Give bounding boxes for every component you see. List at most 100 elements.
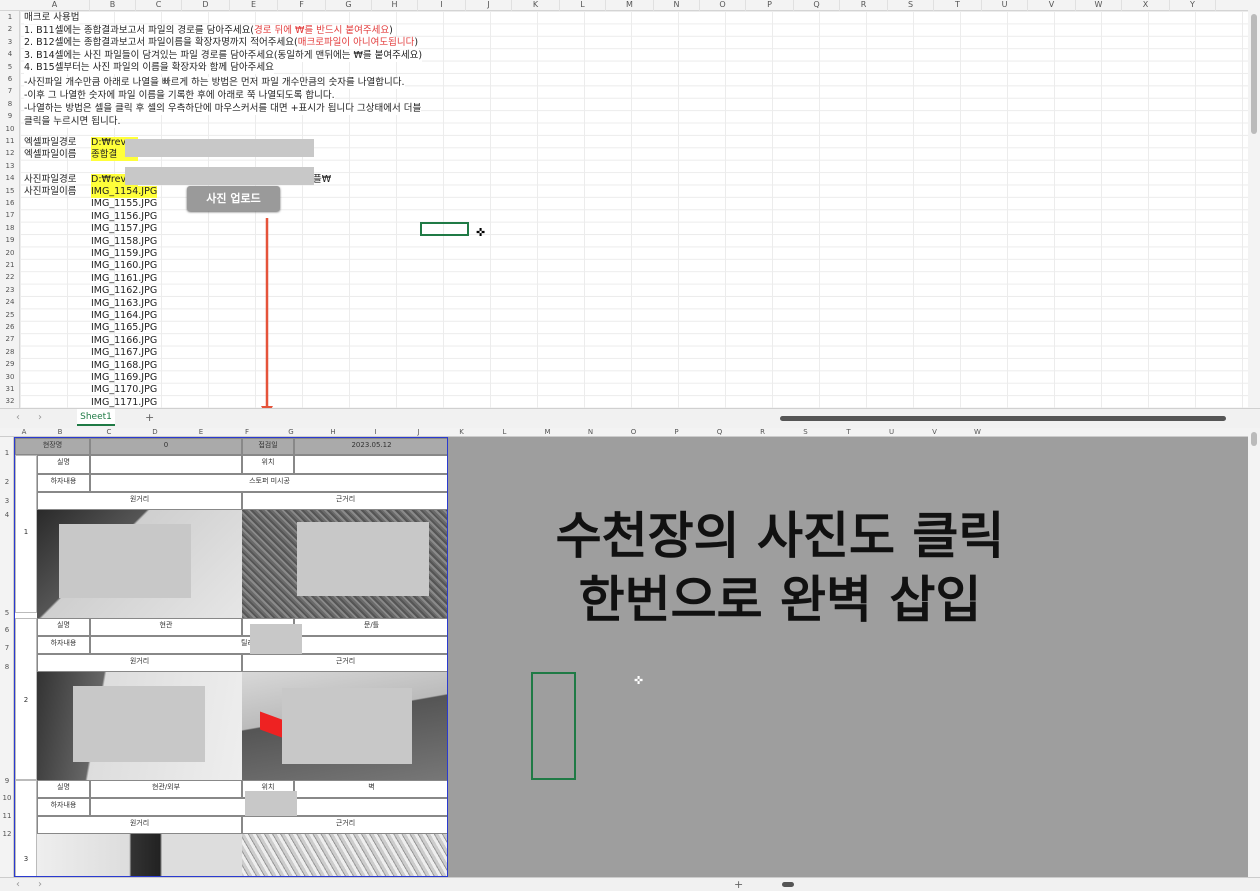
row-header[interactable]: 22 <box>0 271 20 283</box>
column-header[interactable]: R <box>741 428 784 437</box>
row-header[interactable]: 2 <box>0 23 20 35</box>
file-name-cell[interactable]: IMG_1161.JPG <box>91 273 157 285</box>
column-header[interactable]: I <box>354 428 397 437</box>
column-header[interactable]: M <box>606 0 654 11</box>
column-header[interactable]: B <box>34 428 86 437</box>
column-header[interactable]: L <box>483 428 526 437</box>
row-header[interactable]: 1 <box>0 11 20 23</box>
row-header[interactable]: 7 <box>0 85 20 97</box>
prev-sheet-icon[interactable]: ‹ <box>16 879 20 890</box>
row-header[interactable]: 9 <box>0 777 14 785</box>
file-name-cell[interactable]: IMG_1171.JPG <box>91 397 157 409</box>
column-header[interactable]: T <box>827 428 870 437</box>
row-header[interactable]: 16 <box>0 197 20 209</box>
row-header[interactable]: 1 <box>0 449 14 457</box>
row-header[interactable]: 12 <box>0 830 14 838</box>
column-header[interactable]: M <box>526 428 569 437</box>
row-header[interactable]: 11 <box>0 812 14 820</box>
row-header[interactable]: 11 <box>0 135 20 147</box>
selected-cell[interactable] <box>531 672 576 780</box>
column-header[interactable]: O <box>612 428 655 437</box>
column-header[interactable]: I <box>418 0 466 11</box>
horizontal-scrollbar[interactable] <box>782 882 794 887</box>
row-header[interactable]: 5 <box>0 61 20 73</box>
row-header[interactable]: 3 <box>0 36 20 48</box>
row-header[interactable]: 25 <box>0 309 20 321</box>
file-name-cell[interactable]: IMG_1166.JPG <box>91 335 157 347</box>
horizontal-scrollbar[interactable] <box>780 416 1226 421</box>
row-header[interactable]: 12 <box>0 147 20 159</box>
prev-sheet-icon[interactable]: ‹ <box>16 412 20 423</box>
row-header[interactable]: 13 <box>0 160 20 172</box>
row-header[interactable]: 23 <box>0 284 20 296</box>
row-header[interactable]: 18 <box>0 222 20 234</box>
row-header[interactable]: 15 <box>0 185 20 197</box>
row-header[interactable]: 31 <box>0 383 20 395</box>
column-header[interactable]: P <box>746 0 794 11</box>
column-header[interactable]: F <box>224 428 270 437</box>
row-header[interactable]: 21 <box>0 259 20 271</box>
file-name-cell[interactable]: IMG_1154.JPG <box>91 186 158 198</box>
column-header[interactable]: K <box>440 428 483 437</box>
row-header[interactable]: 10 <box>0 794 14 802</box>
column-header[interactable]: H <box>372 0 418 11</box>
selected-cell[interactable] <box>420 222 469 236</box>
column-header[interactable]: L <box>560 0 606 11</box>
column-header[interactable]: N <box>569 428 612 437</box>
column-header[interactable]: N <box>654 0 700 11</box>
add-sheet-button[interactable]: + <box>145 411 154 424</box>
file-name-cell[interactable]: IMG_1167.JPG <box>91 347 157 359</box>
column-header[interactable]: J <box>466 0 512 11</box>
vertical-scrollbar[interactable] <box>1248 0 1260 408</box>
column-header[interactable]: Q <box>698 428 741 437</box>
row-header[interactable]: 8 <box>0 98 20 110</box>
column-header[interactable]: D <box>182 0 230 11</box>
column-header[interactable]: V <box>1028 0 1076 11</box>
column-header[interactable]: D <box>132 428 178 437</box>
next-sheet-icon[interactable]: › <box>38 412 42 423</box>
column-header[interactable]: Q <box>794 0 840 11</box>
row-header[interactable]: 10 <box>0 123 20 135</box>
column-header[interactable]: U <box>870 428 913 437</box>
column-header[interactable]: B <box>90 0 136 11</box>
row-header[interactable]: 2 <box>0 478 14 486</box>
row-header[interactable]: 6 <box>0 73 20 85</box>
file-name-cell[interactable]: IMG_1169.JPG <box>91 372 157 384</box>
column-header[interactable]: J <box>397 428 440 437</box>
row-header[interactable]: 28 <box>0 346 20 358</box>
column-header[interactable]: C <box>136 0 182 11</box>
column-header[interactable]: H <box>312 428 354 437</box>
column-header[interactable]: C <box>86 428 132 437</box>
row-header[interactable]: 32 <box>0 395 20 407</box>
file-name-cell[interactable]: IMG_1162.JPG <box>91 285 157 297</box>
row-header[interactable]: 6 <box>0 626 14 634</box>
row-header[interactable]: 14 <box>0 172 20 184</box>
file-name-cell[interactable]: IMG_1159.JPG <box>91 248 157 260</box>
column-header[interactable]: A <box>14 428 34 437</box>
file-name-cell[interactable]: IMG_1157.JPG <box>91 223 157 235</box>
row-header[interactable]: 9 <box>0 110 20 122</box>
file-name-cell[interactable]: IMG_1158.JPG <box>91 236 157 248</box>
file-name-cell[interactable]: IMG_1168.JPG <box>91 360 157 372</box>
row-header[interactable]: 7 <box>0 644 14 652</box>
file-name-cell[interactable]: IMG_1160.JPG <box>91 260 157 272</box>
next-sheet-icon[interactable]: › <box>38 879 42 890</box>
row-header[interactable]: 20 <box>0 247 20 259</box>
file-name-cell[interactable]: IMG_1163.JPG <box>91 298 157 310</box>
column-header[interactable]: R <box>840 0 888 11</box>
column-header[interactable]: T <box>934 0 982 11</box>
row-header[interactable]: 4 <box>0 511 14 519</box>
row-header[interactable]: 26 <box>0 321 20 333</box>
row-header[interactable]: 5 <box>0 609 14 617</box>
sheet-tab-sheet1[interactable]: Sheet1 <box>77 409 115 426</box>
file-name-cell[interactable]: IMG_1170.JPG <box>91 384 157 396</box>
column-header[interactable]: W <box>1076 0 1122 11</box>
column-header[interactable]: S <box>784 428 827 437</box>
row-header[interactable]: 17 <box>0 209 20 221</box>
column-header[interactable]: A <box>20 0 90 11</box>
column-header[interactable]: S <box>888 0 934 11</box>
file-name-cell[interactable]: IMG_1164.JPG <box>91 310 157 322</box>
column-header[interactable]: X <box>1122 0 1170 11</box>
column-header[interactable]: G <box>326 0 372 11</box>
column-header[interactable]: K <box>512 0 560 11</box>
